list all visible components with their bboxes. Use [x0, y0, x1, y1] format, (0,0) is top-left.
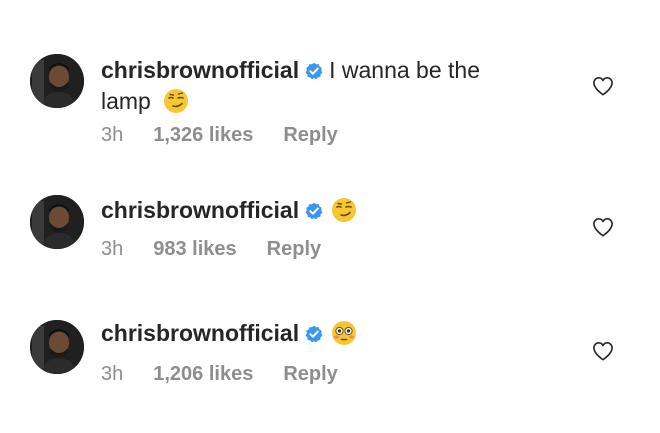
verified-badge-icon: [305, 62, 323, 80]
reply-button[interactable]: Reply: [283, 363, 337, 385]
reply-button[interactable]: Reply: [283, 124, 337, 146]
comment-time: 3h: [101, 124, 124, 146]
username[interactable]: chrisbrownofficial: [101, 57, 299, 83]
flushed-face-icon: [332, 321, 357, 345]
verified-badge-icon: [305, 202, 323, 220]
reply-button[interactable]: Reply: [267, 238, 321, 260]
heart-icon[interactable]: [592, 341, 614, 361]
avatar[interactable]: [30, 320, 84, 374]
smirking-face-icon: [332, 198, 357, 222]
likes-count[interactable]: 1,326 likes: [153, 124, 253, 146]
comment-time: 3h: [101, 238, 124, 260]
likes-count[interactable]: 1,206 likes: [153, 363, 253, 385]
verified-badge-icon: [305, 325, 323, 343]
username[interactable]: chrisbrownofficial: [101, 197, 299, 223]
heart-icon[interactable]: [592, 76, 614, 96]
avatar[interactable]: [30, 54, 84, 108]
username[interactable]: chrisbrownofficial: [101, 320, 299, 346]
comment-time: 3h: [101, 363, 124, 385]
heart-icon[interactable]: [592, 217, 614, 237]
smirking-face-icon: [164, 89, 189, 113]
likes-count[interactable]: 983 likes: [153, 238, 236, 260]
avatar[interactable]: [30, 195, 84, 249]
